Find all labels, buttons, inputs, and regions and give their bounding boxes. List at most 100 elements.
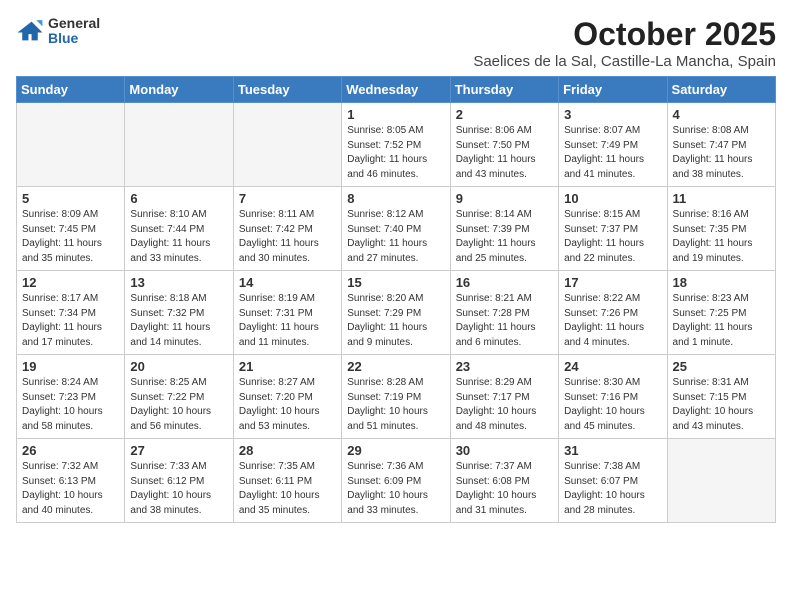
day-number: 24 (564, 359, 661, 374)
day-info: Sunrise: 8:12 AM Sunset: 7:40 PM Dayligh… (347, 208, 444, 266)
calendar-table: SundayMondayTuesdayWednesdayThursdayFrid… (16, 76, 776, 523)
day-info: Sunrise: 8:08 AM Sunset: 7:47 PM Dayligh… (673, 124, 770, 182)
calendar-cell: 15 Sunrise: 8:20 AM Sunset: 7:29 PM Dayli… (342, 271, 450, 355)
calendar-cell: 10 Sunrise: 8:15 AM Sunset: 7:37 PM Dayli… (559, 187, 667, 271)
calendar-cell: 13Sunrise: 8:18 AM Sunset: 7:32 PM Dayli… (125, 271, 233, 355)
weekday-header-row: SundayMondayTuesdayWednesdayThursdayFrid… (17, 77, 776, 103)
day-info: Sunrise: 8:25 AM Sunset: 7:22 PM Dayligh… (130, 376, 227, 434)
day-info: Sunrise: 8:29 AM Sunset: 7:17 PM Dayligh… (456, 376, 553, 434)
calendar-cell: 29 Sunrise: 7:36 AM Sunset: 6:09 PM Dayli… (342, 439, 450, 523)
calendar-cell: 12 Sunrise: 8:17 AM Sunset: 7:34 PM Dayli… (17, 271, 125, 355)
weekday-header-saturday: Saturday (667, 77, 775, 103)
day-info: Sunrise: 8:09 AM Sunset: 7:45 PM Dayligh… (22, 208, 119, 266)
day-info: Sunrise: 8:30 AM Sunset: 7:16 PM Dayligh… (564, 376, 661, 434)
calendar-cell: 3 Sunrise: 8:07 AM Sunset: 7:49 PM Daylig… (559, 103, 667, 187)
calendar-cell: 31Sunrise: 7:38 AM Sunset: 6:07 PM Dayli… (559, 439, 667, 523)
day-number: 26 (22, 443, 119, 458)
calendar-cell: 25Sunrise: 8:31 AM Sunset: 7:15 PM Dayli… (667, 355, 775, 439)
calendar-cell: 20 Sunrise: 8:25 AM Sunset: 7:22 PM Dayli… (125, 355, 233, 439)
day-number: 30 (456, 443, 553, 458)
day-number: 9 (456, 191, 553, 206)
weekday-header-thursday: Thursday (450, 77, 558, 103)
day-info: Sunrise: 8:17 AM Sunset: 7:34 PM Dayligh… (22, 292, 119, 350)
calendar-cell: 8 Sunrise: 8:12 AM Sunset: 7:40 PM Daylig… (342, 187, 450, 271)
calendar-cell (233, 103, 341, 187)
day-number: 21 (239, 359, 336, 374)
day-number: 14 (239, 275, 336, 290)
calendar-row-4: 26Sunrise: 7:32 AM Sunset: 6:13 PM Dayli… (17, 439, 776, 523)
calendar-cell: 6 Sunrise: 8:10 AM Sunset: 7:44 PM Daylig… (125, 187, 233, 271)
calendar-cell (125, 103, 233, 187)
day-info: Sunrise: 8:31 AM Sunset: 7:15 PM Dayligh… (673, 376, 770, 434)
month-title: October 2025 (473, 16, 776, 53)
day-number: 16 (456, 275, 553, 290)
day-info: Sunrise: 8:16 AM Sunset: 7:35 PM Dayligh… (673, 208, 770, 266)
calendar-cell: 19Sunrise: 8:24 AM Sunset: 7:23 PM Dayli… (17, 355, 125, 439)
calendar-cell: 27Sunrise: 7:33 AM Sunset: 6:12 PM Dayli… (125, 439, 233, 523)
calendar-cell: 2Sunrise: 8:06 AM Sunset: 7:50 PM Daylig… (450, 103, 558, 187)
calendar-cell: 21 Sunrise: 8:27 AM Sunset: 7:20 PM Dayli… (233, 355, 341, 439)
calendar-cell: 7 Sunrise: 8:11 AM Sunset: 7:42 PM Daylig… (233, 187, 341, 271)
weekday-header-wednesday: Wednesday (342, 77, 450, 103)
day-info: Sunrise: 8:28 AM Sunset: 7:19 PM Dayligh… (347, 376, 444, 434)
day-number: 18 (673, 275, 770, 290)
location-title: Saelices de la Sal, Castille-La Mancha, … (473, 53, 776, 70)
day-number: 20 (130, 359, 227, 374)
day-info: Sunrise: 8:11 AM Sunset: 7:42 PM Dayligh… (239, 208, 336, 266)
day-info: Sunrise: 8:21 AM Sunset: 7:28 PM Dayligh… (456, 292, 553, 350)
calendar-cell: 14Sunrise: 8:19 AM Sunset: 7:31 PM Dayli… (233, 271, 341, 355)
day-info: Sunrise: 8:22 AM Sunset: 7:26 PM Dayligh… (564, 292, 661, 350)
calendar-cell: 16 Sunrise: 8:21 AM Sunset: 7:28 PM Dayli… (450, 271, 558, 355)
day-number: 8 (347, 191, 444, 206)
calendar-cell (17, 103, 125, 187)
day-info: Sunrise: 7:35 AM Sunset: 6:11 PM Dayligh… (239, 460, 336, 518)
calendar-cell: 26Sunrise: 7:32 AM Sunset: 6:13 PM Dayli… (17, 439, 125, 523)
day-number: 28 (239, 443, 336, 458)
day-number: 29 (347, 443, 444, 458)
title-block: October 2025 Saelices de la Sal, Castill… (473, 16, 776, 70)
calendar-cell: 1 Sunrise: 8:05 AM Sunset: 7:52 PM Daylig… (342, 103, 450, 187)
day-info: Sunrise: 8:05 AM Sunset: 7:52 PM Dayligh… (347, 124, 444, 182)
calendar-cell: 9 Sunrise: 8:14 AM Sunset: 7:39 PM Daylig… (450, 187, 558, 271)
calendar-cell: 28 Sunrise: 7:35 AM Sunset: 6:11 PM Dayli… (233, 439, 341, 523)
day-info: Sunrise: 8:24 AM Sunset: 7:23 PM Dayligh… (22, 376, 119, 434)
day-info: Sunrise: 8:10 AM Sunset: 7:44 PM Dayligh… (130, 208, 227, 266)
logo-blue: Blue (48, 31, 100, 46)
day-number: 7 (239, 191, 336, 206)
calendar-cell (667, 439, 775, 523)
day-number: 4 (673, 107, 770, 122)
day-number: 6 (130, 191, 227, 206)
day-number: 31 (564, 443, 661, 458)
day-info: Sunrise: 8:20 AM Sunset: 7:29 PM Dayligh… (347, 292, 444, 350)
day-number: 17 (564, 275, 661, 290)
day-number: 10 (564, 191, 661, 206)
day-info: Sunrise: 8:07 AM Sunset: 7:49 PM Dayligh… (564, 124, 661, 182)
weekday-header-friday: Friday (559, 77, 667, 103)
logo-text: General Blue (48, 16, 100, 47)
calendar-cell: 17 Sunrise: 8:22 AM Sunset: 7:26 PM Dayli… (559, 271, 667, 355)
day-info: Sunrise: 8:14 AM Sunset: 7:39 PM Dayligh… (456, 208, 553, 266)
day-number: 5 (22, 191, 119, 206)
day-number: 22 (347, 359, 444, 374)
day-number: 2 (456, 107, 553, 122)
calendar-row-3: 19Sunrise: 8:24 AM Sunset: 7:23 PM Dayli… (17, 355, 776, 439)
day-info: Sunrise: 7:37 AM Sunset: 6:08 PM Dayligh… (456, 460, 553, 518)
day-number: 11 (673, 191, 770, 206)
weekday-header-tuesday: Tuesday (233, 77, 341, 103)
day-info: Sunrise: 7:36 AM Sunset: 6:09 PM Dayligh… (347, 460, 444, 518)
day-number: 1 (347, 107, 444, 122)
day-info: Sunrise: 8:27 AM Sunset: 7:20 PM Dayligh… (239, 376, 336, 434)
calendar-cell: 30 Sunrise: 7:37 AM Sunset: 6:08 PM Dayli… (450, 439, 558, 523)
day-info: Sunrise: 8:15 AM Sunset: 7:37 PM Dayligh… (564, 208, 661, 266)
day-number: 23 (456, 359, 553, 374)
day-number: 27 (130, 443, 227, 458)
day-info: Sunrise: 8:23 AM Sunset: 7:25 PM Dayligh… (673, 292, 770, 350)
day-number: 15 (347, 275, 444, 290)
day-number: 12 (22, 275, 119, 290)
logo-general: General (48, 16, 100, 31)
day-number: 3 (564, 107, 661, 122)
calendar-cell: 4 Sunrise: 8:08 AM Sunset: 7:47 PM Daylig… (667, 103, 775, 187)
day-number: 13 (130, 275, 227, 290)
calendar-cell: 11 Sunrise: 8:16 AM Sunset: 7:35 PM Dayli… (667, 187, 775, 271)
calendar-cell: 18 Sunrise: 8:23 AM Sunset: 7:25 PM Dayli… (667, 271, 775, 355)
